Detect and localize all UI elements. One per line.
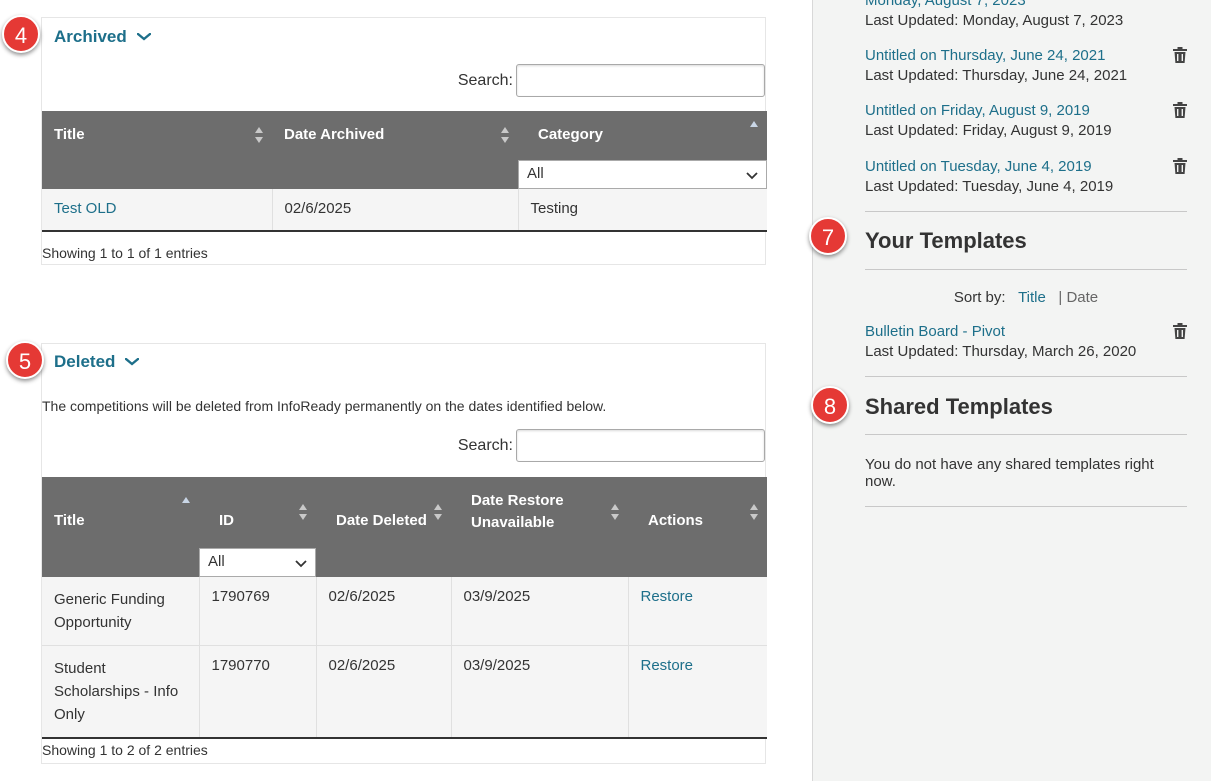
sort-icon [611,503,619,520]
deleted-id: 1790769 [199,577,317,646]
column-header-date-deleted[interactable]: Date Deleted [316,477,451,546]
divider [865,376,1187,377]
table-row: Generic Funding Opportunity 1790769 02/6… [42,577,767,646]
deleted-title: Deleted [54,352,116,371]
sort-ascending-icon [750,121,758,127]
last-updated: Last Updated: Thursday, March 26, 2020 [865,343,1137,360]
deleted-panel: Deleted The competitions will be deleted… [41,343,767,764]
archived-title-link[interactable]: Test OLD [42,189,273,232]
list-item: Bulletin Board - Pivot Last Updated: Thu… [865,323,1187,360]
restore-unavailable-date: 03/9/2025 [451,645,629,739]
chevron-down-icon [295,560,307,568]
archived-table: Title Date Archived Category All Test OL… [42,111,767,232]
archived-search: Search: [458,64,765,97]
sort-separator: | [1058,289,1063,306]
deleted-footer: Showing 1 to 2 of 2 entries [42,742,208,758]
deleted-search-input[interactable] [516,429,765,462]
column-header-title[interactable]: Title [42,477,199,546]
deleted-description: The competitions will be deleted from In… [42,398,607,414]
trash-icon[interactable] [1173,323,1187,339]
callout-marker: 4 [2,15,40,53]
sort-icon [501,126,509,143]
draft-link[interactable]: Untitled on Tuesday, June 4, 2019 [865,158,1187,175]
list-item: Monday, August 7, 2023 Last Updated: Mon… [865,0,1187,29]
chevron-down-icon [136,33,151,41]
divider [865,211,1187,212]
divider [865,269,1187,270]
last-updated: Last Updated: Friday, August 9, 2019 [865,122,1112,139]
last-updated: Last Updated: Tuesday, June 4, 2019 [865,178,1114,195]
shared-templates-heading: Shared Templates [865,394,1053,419]
deleted-date: 02/6/2025 [316,577,452,646]
archived-date: 02/6/2025 [272,189,519,232]
sort-icon [750,503,758,520]
callout-marker: 7 [809,217,847,255]
deleted-search-label: Search: [457,436,513,454]
archived-panel: Archived Search: Title Date Archived Cat… [41,17,767,265]
your-templates-heading: Your Templates [865,228,1027,253]
last-updated: Last Updated: Monday, August 7, 2023 [865,12,1124,29]
category-filter-select[interactable]: All [518,160,767,189]
deleted-toggle[interactable]: Deleted [54,352,140,372]
archived-search-input[interactable] [516,64,765,97]
archived-category: Testing [518,189,767,232]
sort-icon [434,503,442,520]
trash-icon[interactable] [1173,47,1187,63]
list-item: Untitled on Thursday, June 24, 2021 Last… [865,47,1187,84]
sort-icon [255,126,263,143]
divider [865,506,1187,507]
last-updated: Last Updated: Thursday, June 24, 2021 [865,67,1128,84]
column-header-id[interactable]: ID [199,477,316,546]
id-filter-select[interactable]: All [199,548,316,577]
restore-link-cell: Restore [628,577,767,646]
trash-icon[interactable] [1173,102,1187,118]
archived-title: Archived [54,27,127,46]
column-header-actions[interactable]: Actions [628,477,767,546]
restore-unavailable-date: 03/9/2025 [451,577,629,646]
restore-link[interactable]: Restore [641,588,694,605]
list-item: Untitled on Friday, August 9, 2019 Last … [865,102,1187,139]
draft-link[interactable]: Untitled on Thursday, June 24, 2021 [865,47,1187,64]
sort-by-label: Sort by: [953,289,1006,306]
trash-icon[interactable] [1173,158,1187,174]
divider [865,434,1187,435]
deleted-search: Search: [458,429,765,462]
restore-link[interactable]: Restore [641,657,694,674]
deleted-date: 02/6/2025 [316,645,452,739]
archived-search-label: Search: [457,71,513,89]
sort-icon [299,503,307,520]
archived-footer: Showing 1 to 1 of 1 entries [42,245,208,261]
sort-ascending-icon [182,497,190,503]
chevron-down-icon [746,172,758,180]
list-item: Untitled on Tuesday, June 4, 2019 Last U… [865,158,1187,195]
template-link[interactable]: Bulletin Board - Pivot [865,323,1187,340]
deleted-table: Title ID Date Deleted Date Restore Unava… [42,477,767,739]
deleted-title: Generic Funding Opportunity [42,577,200,646]
draft-link[interactable]: Untitled on Friday, August 9, 2019 [865,102,1187,119]
callout-marker: 8 [811,386,849,424]
column-header-title[interactable]: Title [42,111,272,158]
restore-link-cell: Restore [628,645,767,739]
callout-marker: 5 [6,341,44,379]
deleted-id: 1790770 [199,645,317,739]
sort-by-title-link[interactable]: Title [1018,289,1046,306]
table-row: Student Scholarships - Info Only 1790770… [42,645,767,739]
sort-by: Sort by: Title | Date [865,289,1187,306]
deleted-title: Student Scholarships - Info Only [42,645,200,739]
column-header-category[interactable]: Category [518,111,767,158]
shared-templates-empty: You do not have any shared templates rig… [865,456,1154,490]
chevron-down-icon [125,358,140,366]
draft-link[interactable]: Monday, August 7, 2023 [865,0,1187,9]
archived-toggle[interactable]: Archived [54,27,151,47]
column-header-date-archived[interactable]: Date Archived [272,111,518,158]
sidebar: Monday, August 7, 2023 Last Updated: Mon… [812,0,1211,781]
table-row: Test OLD 02/6/2025 Testing [42,189,767,232]
sort-by-date-link[interactable]: Date [1066,289,1098,306]
column-header-date-restore-unavailable[interactable]: Date Restore Unavailable [451,477,628,546]
